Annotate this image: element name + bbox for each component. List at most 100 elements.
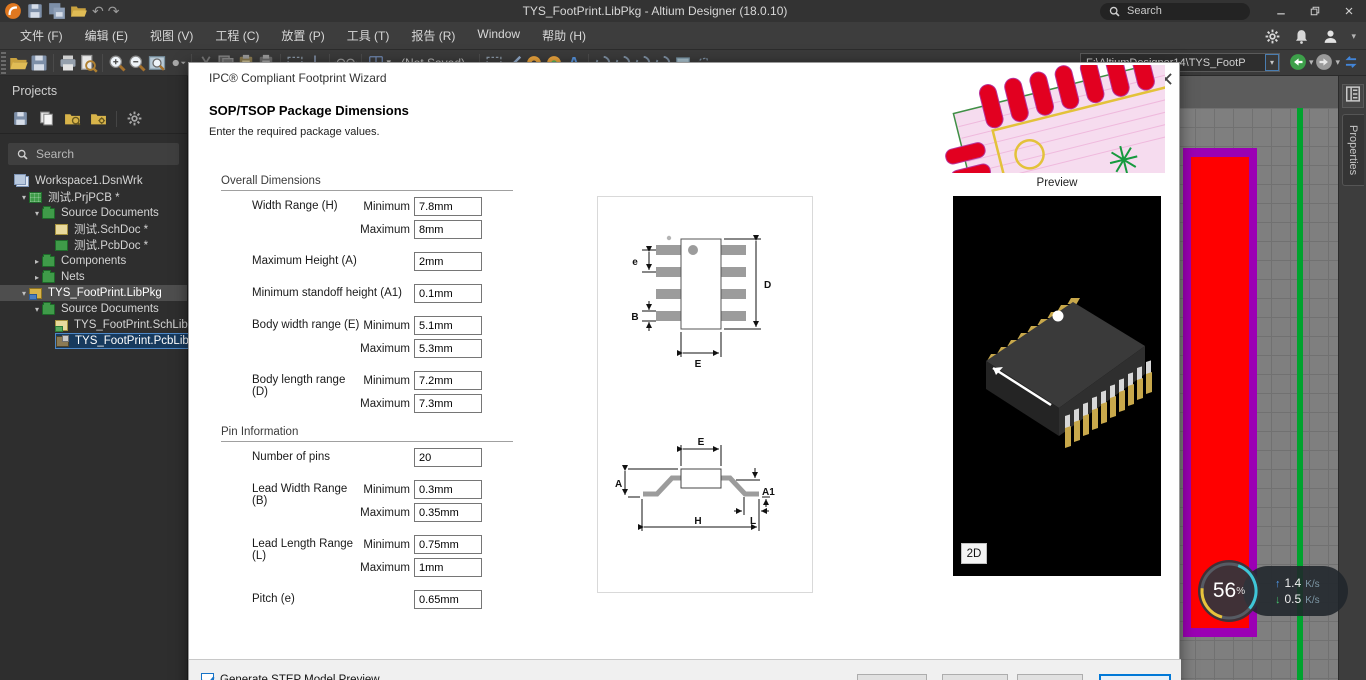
input-lead-length-range-l-maximum[interactable]: [414, 558, 482, 577]
open-document-icon[interactable]: [9, 53, 29, 73]
tree-expander-icon[interactable]: ▾: [32, 305, 42, 314]
field-sublabel: Minimum: [360, 320, 410, 332]
menu-item-4[interactable]: 放置 (P): [271, 23, 334, 48]
preview-2d-toggle-button[interactable]: 2D: [961, 543, 987, 564]
tree-expander-icon[interactable]: ▾: [32, 209, 42, 218]
panel-settings-gear-icon[interactable]: [126, 110, 143, 127]
menu-item-5[interactable]: 工具 (T): [337, 23, 400, 48]
path-dropdown-caret-icon[interactable]: ▾: [1265, 54, 1279, 71]
input-body-length-range-d-minimum[interactable]: [414, 371, 482, 390]
zoom-area-icon[interactable]: [147, 53, 167, 73]
altium-logo-icon[interactable]: [4, 2, 22, 20]
menubar: 文件 (F)编辑 (E)视图 (V)工程 (C)放置 (P)工具 (T)报告 (…: [0, 22, 1366, 50]
projects-search-input[interactable]: Search: [8, 143, 179, 165]
generate-step-checkbox-row[interactable]: Generate STEP Model Preview: [201, 673, 380, 680]
folder-icon: [42, 304, 55, 315]
input-body-length-range-d-maximum[interactable]: [414, 394, 482, 413]
tree-item-2[interactable]: ▾Source Documents: [0, 205, 187, 221]
tree-expander-icon[interactable]: ▾: [19, 289, 29, 298]
cancel-button[interactable]: Cancel: [857, 674, 927, 680]
tree-item-1[interactable]: ▾测试.PrjPCB *: [0, 189, 187, 205]
notifications-bell-icon[interactable]: [1293, 28, 1310, 45]
print-preview-icon[interactable]: [78, 53, 98, 73]
project-explore-icon[interactable]: [64, 110, 81, 127]
user-profile-icon[interactable]: [1322, 28, 1339, 45]
field-sublabel: Minimum: [360, 375, 410, 387]
input-pitch-e[interactable]: [414, 590, 482, 609]
refresh-icon[interactable]: [1342, 53, 1360, 71]
menu-item-2[interactable]: 视图 (V): [140, 23, 203, 48]
tree-item-8[interactable]: ▾Source Documents: [0, 301, 187, 317]
tree-item-0[interactable]: Workspace1.DsnWrk: [0, 173, 187, 189]
input-width-range-h-maximum[interactable]: [414, 220, 482, 239]
menu-item-8[interactable]: 帮助 (H): [532, 23, 596, 48]
nav-forward-caret-icon[interactable]: ▾: [1335, 57, 1340, 68]
menu-item-1[interactable]: 编辑 (E): [75, 23, 138, 48]
project-options-icon[interactable]: [90, 110, 107, 127]
libpkg-icon: [29, 288, 42, 299]
preview-3d-view[interactable]: 2D: [953, 196, 1161, 576]
tree-item-7[interactable]: ▾ TYS_FootPrint.LibPkg: [0, 285, 187, 301]
tree-item-3[interactable]: 测试.SchDoc *: [0, 221, 187, 237]
project-save-icon[interactable]: [12, 110, 29, 127]
settings-gear-icon[interactable]: [1264, 28, 1281, 45]
schlib-icon: [55, 320, 68, 331]
zoom-selected-icon[interactable]: [167, 53, 187, 73]
save-icon[interactable]: [26, 2, 44, 20]
back-button[interactable]: < Back: [942, 674, 1008, 680]
tree-item-label: 测试.SchDoc *: [71, 221, 151, 237]
zoom-in-icon[interactable]: [107, 53, 127, 73]
field-group-body-length-range-d: Body length range (D)MinimumMaximum: [221, 371, 551, 413]
input-lead-width-range-b-maximum[interactable]: [414, 503, 482, 522]
toolbar-separator: [102, 54, 103, 72]
input-number-of-pins[interactable]: [414, 448, 482, 467]
input-minimum-standoff-height-a1[interactable]: [414, 284, 482, 303]
undo-icon[interactable]: ↶: [92, 4, 104, 18]
user-dropdown-caret-icon[interactable]: ▾: [1351, 31, 1356, 42]
tree-item-10[interactable]: TYS_FootPrint.PcbLib: [0, 333, 187, 349]
generate-step-checkbox[interactable]: [201, 673, 214, 680]
field-sublabel: Minimum: [360, 484, 410, 496]
restore-button[interactable]: [1298, 0, 1332, 22]
panels-toggle-button[interactable]: [1342, 84, 1364, 108]
nav-forward-icon[interactable]: [1315, 53, 1333, 71]
tree-item-label: TYS_FootPrint.LibPkg: [45, 287, 165, 299]
redo-icon[interactable]: ↷: [108, 4, 120, 18]
input-body-width-range-e-minimum[interactable]: [414, 316, 482, 335]
menu-item-3[interactable]: 工程 (C): [205, 23, 269, 48]
tree-expander-icon[interactable]: ▸: [32, 273, 42, 282]
package-diagram-panel: D E e B: [597, 196, 813, 593]
save-document-icon[interactable]: [29, 53, 49, 73]
projects-toolbar-separator: [116, 111, 117, 127]
tree-expander-icon[interactable]: ▾: [19, 193, 29, 202]
menu-item-6[interactable]: 报告 (R): [401, 23, 465, 48]
tree-expander-icon[interactable]: ▸: [32, 257, 42, 266]
tree-item-4[interactable]: 测试.PcbDoc *: [0, 237, 187, 253]
tree-item-9[interactable]: TYS_FootPrint.SchLib: [0, 317, 187, 333]
input-body-width-range-e-maximum[interactable]: [414, 339, 482, 358]
minimize-button[interactable]: [1264, 0, 1298, 22]
print-icon[interactable]: [58, 53, 78, 73]
open-folder-icon[interactable]: [70, 2, 88, 20]
input-maximum-height-a[interactable]: [414, 252, 482, 271]
nav-back-caret-icon[interactable]: ▾: [1309, 57, 1314, 68]
menu-item-0[interactable]: 文件 (F): [10, 23, 73, 48]
tree-item-6[interactable]: ▸Nets: [0, 269, 187, 285]
folder-icon: [42, 208, 55, 219]
pcb-pad-red[interactable]: [1191, 157, 1249, 628]
dialog-title: IPC® Compliant Footprint Wizard: [209, 71, 387, 85]
tree-item-5[interactable]: ▸Components: [0, 253, 187, 269]
save-all-icon[interactable]: [48, 2, 66, 20]
nav-back-icon[interactable]: [1289, 53, 1307, 71]
next-button[interactable]: Next >: [1017, 674, 1083, 680]
properties-tab[interactable]: Properties: [1342, 114, 1364, 186]
close-button[interactable]: [1332, 0, 1366, 22]
project-compile-icon[interactable]: [38, 110, 55, 127]
global-search-input[interactable]: Search: [1100, 3, 1250, 20]
finish-button[interactable]: Finish: [1099, 674, 1171, 680]
menu-item-7[interactable]: Window: [467, 23, 530, 48]
zoom-out-icon[interactable]: [127, 53, 147, 73]
input-lead-width-range-b-minimum[interactable]: [414, 480, 482, 499]
input-lead-length-range-l-minimum[interactable]: [414, 535, 482, 554]
input-width-range-h-minimum[interactable]: [414, 197, 482, 216]
